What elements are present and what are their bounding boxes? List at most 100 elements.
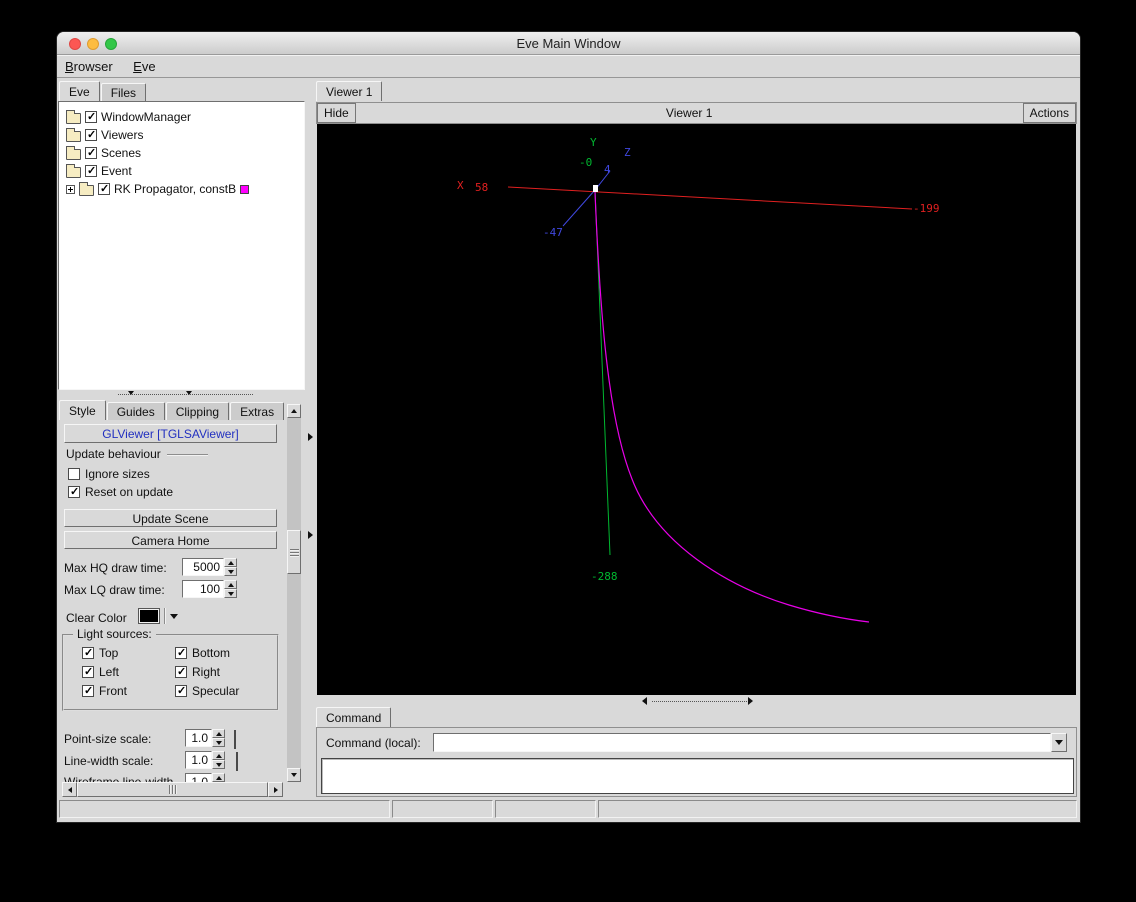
gl-viewport[interactable]: Y -0 Z 4 X 58 -199 -47 -288	[317, 124, 1076, 695]
tree-item-windowmanager[interactable]: WindowManager	[59, 108, 304, 126]
tab-guides[interactable]: Guides	[106, 402, 165, 420]
line-width-checkbox[interactable]	[236, 752, 238, 771]
point-size-value[interactable]: 1.0	[185, 729, 212, 747]
viewer-command-splitter[interactable]	[316, 695, 1077, 707]
scroll-down-button[interactable]	[287, 768, 301, 782]
divider-collapse-icon[interactable]	[308, 531, 313, 539]
tab-files[interactable]: Files	[100, 83, 147, 101]
tab-clipping[interactable]: Clipping	[165, 402, 230, 420]
hide-button[interactable]: Hide	[317, 103, 356, 123]
tree-checkbox[interactable]	[85, 146, 97, 159]
tree-checkbox[interactable]	[85, 110, 97, 123]
tab-style[interactable]: Style	[59, 400, 106, 420]
max-hq-value[interactable]: 5000	[182, 558, 224, 576]
origin-marker	[593, 185, 598, 192]
tab-extras[interactable]: Extras	[230, 402, 285, 420]
spin-up-icon[interactable]	[224, 558, 237, 567]
ignore-sizes-checkbox[interactable]	[68, 468, 80, 480]
update-scene-button[interactable]: Update Scene	[64, 509, 277, 527]
splitter-collapse-icon[interactable]	[128, 391, 134, 395]
wireframe-value[interactable]: 1.0	[185, 773, 212, 782]
scroll-right-button[interactable]	[268, 782, 283, 797]
tree-item-event[interactable]: Event	[59, 162, 304, 180]
max-hq-spinner[interactable]: 5000	[182, 558, 237, 576]
line-width-value[interactable]: 1.0	[185, 751, 212, 769]
light-specular-row[interactable]: Specular	[175, 684, 277, 698]
scroll-left-button[interactable]	[62, 782, 77, 797]
menu-eve[interactable]: Eve	[125, 55, 163, 74]
splitter-arrow-left-icon[interactable]	[642, 697, 647, 705]
tree-item-scenes[interactable]: Scenes	[59, 144, 304, 162]
light-right-checkbox[interactable]	[175, 665, 187, 678]
command-combobox[interactable]	[433, 733, 1067, 752]
scroll-up-icon	[291, 409, 297, 413]
point-size-label: Point-size scale:	[64, 732, 152, 746]
titlebar[interactable]: Eve Main Window	[57, 32, 1080, 55]
expand-plus-icon[interactable]	[66, 184, 75, 194]
tab-eve[interactable]: Eve	[59, 81, 100, 101]
light-bottom-checkbox[interactable]	[175, 646, 187, 659]
light-left-row[interactable]: Left	[82, 665, 175, 679]
max-lq-spinner[interactable]: 100	[182, 580, 237, 598]
tree-checkbox[interactable]	[98, 182, 110, 195]
scrollbar-thumb[interactable]	[77, 782, 268, 797]
light-bottom-row[interactable]: Bottom	[175, 646, 277, 660]
wireframe-spinner[interactable]: 1.0	[185, 773, 225, 782]
tree-item-rk-propagator[interactable]: RK Propagator, constB	[59, 180, 304, 198]
light-right-label: Right	[192, 665, 221, 679]
z-axis-near-label: 4	[604, 163, 611, 176]
reset-on-update-checkbox[interactable]	[68, 485, 80, 498]
line-width-spinner[interactable]: 1.0	[185, 751, 225, 769]
camera-home-button[interactable]: Camera Home	[64, 531, 277, 549]
light-specular-checkbox[interactable]	[175, 684, 187, 697]
light-front-checkbox[interactable]	[82, 684, 94, 697]
light-top-row[interactable]: Top	[82, 646, 175, 660]
clear-color-swatch[interactable]	[138, 608, 160, 624]
status-cell	[392, 800, 493, 818]
spin-down-icon[interactable]	[224, 567, 237, 576]
scrollbar-thumb[interactable]	[287, 530, 301, 574]
tab-command[interactable]: Command	[316, 707, 392, 727]
spin-down-icon[interactable]	[212, 760, 225, 769]
spin-up-icon[interactable]	[212, 773, 225, 782]
spin-up-icon[interactable]	[212, 751, 225, 760]
tree-item-viewers[interactable]: Viewers	[59, 126, 304, 144]
separator-line	[166, 453, 208, 455]
spin-up-icon[interactable]	[212, 729, 225, 738]
x-axis-name: X	[457, 179, 464, 192]
command-output[interactable]	[321, 758, 1074, 794]
reset-on-update-row[interactable]: Reset on update	[68, 485, 173, 499]
spin-up-icon[interactable]	[224, 580, 237, 589]
glviewer-style-panel: GLViewer [TGLSAViewer] Update behaviour …	[58, 420, 287, 782]
ignore-sizes-row[interactable]: Ignore sizes	[68, 467, 150, 481]
scrollbar-track[interactable]	[287, 404, 301, 782]
point-size-checkbox[interactable]	[234, 730, 236, 749]
splitter-arrow-right-icon[interactable]	[748, 697, 753, 705]
point-size-spinner[interactable]: 1.0	[185, 729, 225, 747]
actions-button[interactable]: Actions	[1022, 103, 1076, 123]
particle-track	[594, 191, 870, 623]
tree-checkbox[interactable]	[85, 128, 97, 141]
light-left-checkbox[interactable]	[82, 665, 94, 678]
spin-down-icon[interactable]	[212, 738, 225, 747]
scroll-up-button[interactable]	[287, 404, 301, 418]
panel-divider[interactable]	[305, 81, 316, 797]
command-dropdown-button[interactable]	[1051, 733, 1067, 752]
divider-collapse-icon[interactable]	[308, 433, 313, 441]
scroll-left-icon	[67, 786, 72, 793]
clear-color-dropdown-icon[interactable]	[170, 614, 178, 619]
folder-icon	[66, 145, 81, 160]
tree-panel-splitter[interactable]	[58, 390, 305, 398]
menu-browser[interactable]: Browser	[57, 55, 121, 74]
max-lq-value[interactable]: 100	[182, 580, 224, 598]
light-right-row[interactable]: Right	[175, 665, 277, 679]
command-input[interactable]	[433, 733, 1051, 752]
spin-down-icon[interactable]	[224, 589, 237, 598]
tab-viewer-1[interactable]: Viewer 1	[316, 81, 383, 101]
tree-checkbox[interactable]	[85, 164, 97, 177]
splitter-collapse-icon[interactable]	[186, 391, 192, 395]
glviewer-title-button: GLViewer [TGLSAViewer]	[64, 424, 277, 443]
light-front-row[interactable]: Front	[82, 684, 175, 698]
light-top-checkbox[interactable]	[82, 646, 94, 659]
scroll-down-icon	[291, 773, 297, 777]
